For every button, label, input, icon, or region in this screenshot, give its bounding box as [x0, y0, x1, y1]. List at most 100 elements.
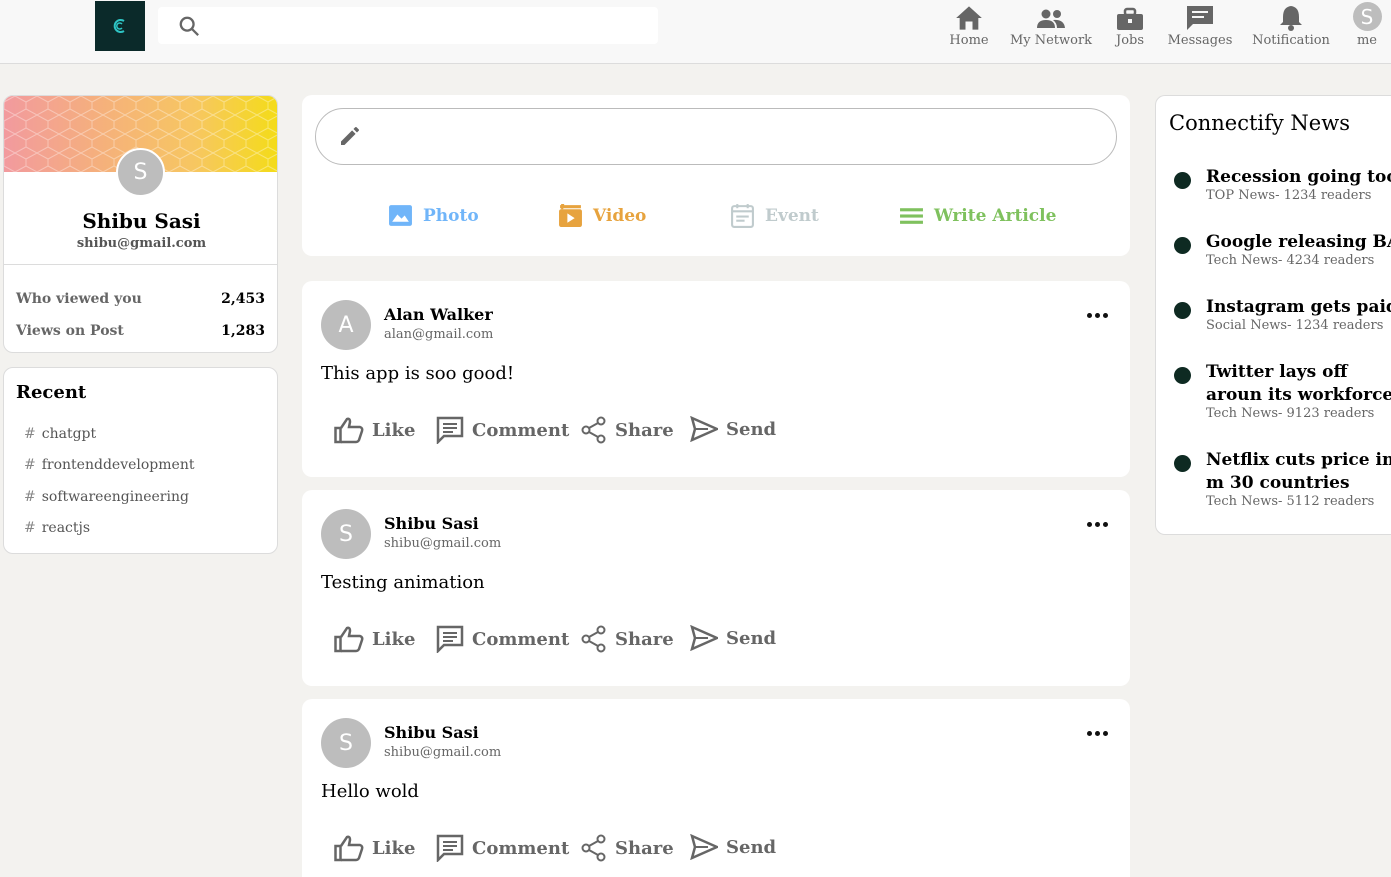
send-icon [690, 834, 718, 860]
nav-notification[interactable]: Notification [1252, 3, 1330, 51]
stat-views-on-post[interactable]: Views on Post 1,283 [16, 323, 265, 339]
home-icon [956, 6, 982, 30]
news-meta: Social News- 1234 readers [1206, 318, 1384, 333]
nav-label: Home [949, 33, 989, 48]
more-options-button[interactable] [1087, 731, 1108, 736]
post-avatar[interactable]: S [321, 718, 371, 768]
comment-icon [436, 416, 464, 444]
stat-value: 1,283 [221, 323, 265, 339]
nav-messages[interactable]: Messages [1168, 3, 1232, 51]
news-item[interactable]: Netflix cuts price in m 30 countries Tec… [1174, 449, 1391, 509]
send-icon [690, 625, 718, 651]
recent-tag[interactable]: # softwareengineering [24, 489, 189, 505]
profile-card: S Shibu Sasi shibu@gmail.com Who viewed … [3, 95, 278, 353]
profile-name[interactable]: Shibu Sasi [4, 209, 277, 233]
post-text: This app is soo good! [321, 363, 515, 384]
news-item[interactable]: Google releasing BAR Tech News- 4234 rea… [1174, 231, 1391, 271]
news-title: Connectify News [1169, 111, 1350, 135]
send-button[interactable]: Send [690, 625, 776, 651]
recent-tag[interactable]: # chatgpt [24, 426, 96, 442]
post-text: Testing animation [321, 572, 485, 593]
logo-icon [113, 19, 125, 33]
pencil-icon [341, 126, 360, 145]
bullet-dot [1174, 172, 1191, 189]
bullet-dot [1174, 237, 1191, 254]
send-icon [690, 416, 718, 442]
share-button[interactable]: Share [581, 416, 674, 444]
nav-jobs[interactable]: Jobs [1113, 3, 1147, 51]
nav-my-network[interactable]: My Network [1009, 3, 1093, 51]
briefcase-icon [1117, 7, 1143, 30]
start-post-input[interactable] [315, 108, 1117, 165]
profile-avatar[interactable]: S [116, 148, 165, 197]
post-composer: Photo Video Event Write Article [302, 95, 1130, 256]
stat-value: 2,453 [221, 291, 265, 307]
video-button[interactable]: Video [558, 203, 646, 228]
comment-icon [436, 625, 464, 653]
video-icon [559, 204, 582, 227]
like-button[interactable]: Like [334, 416, 415, 444]
more-options-button[interactable] [1087, 313, 1108, 318]
search-icon [179, 16, 199, 36]
post-card: S Shibu Sasi shibu@gmail.com Testing ani… [302, 490, 1130, 686]
bullet-dot [1174, 302, 1191, 319]
bullet-dot [1174, 455, 1191, 472]
stat-label: Views on Post [16, 323, 124, 339]
bullet-dot [1174, 367, 1191, 384]
send-button[interactable]: Send [690, 834, 776, 860]
calendar-icon [731, 204, 754, 228]
news-meta: Tech News- 9123 readers [1206, 406, 1375, 421]
share-button[interactable]: Share [581, 834, 674, 862]
post-avatar[interactable]: S [321, 509, 371, 559]
app-logo[interactable] [95, 1, 145, 51]
news-meta: Tech News- 5112 readers [1206, 494, 1375, 509]
event-button[interactable]: Event [730, 203, 819, 228]
nav-home[interactable]: Home [949, 3, 989, 51]
post-author[interactable]: Shibu Sasi [384, 723, 479, 742]
search-bar [158, 7, 658, 44]
comment-button[interactable]: Comment [436, 625, 569, 653]
nav-label: My Network [1009, 33, 1093, 48]
post-card: A Alan Walker alan@gmail.com This app is… [302, 281, 1130, 477]
recent-title: Recent [16, 382, 87, 403]
news-item[interactable]: Recession going too fa TOP News- 1234 re… [1174, 166, 1391, 206]
nav-me[interactable]: S me [1350, 2, 1384, 51]
share-icon [581, 625, 606, 653]
news-item[interactable]: Twitter lays off aroun its workforce Tec… [1174, 361, 1391, 421]
post-author[interactable]: Shibu Sasi [384, 514, 479, 533]
send-button[interactable]: Send [690, 416, 776, 442]
photo-button[interactable]: Photo [388, 203, 479, 228]
like-button[interactable]: Like [334, 625, 415, 653]
top-navbar: Home My Network Jobs Messages Notificati… [0, 0, 1391, 64]
news-meta: TOP News- 1234 readers [1206, 188, 1372, 203]
post-email: shibu@gmail.com [384, 536, 502, 551]
comment-button[interactable]: Comment [436, 416, 569, 444]
share-button[interactable]: Share [581, 625, 674, 653]
write-article-button[interactable]: Write Article [899, 203, 1056, 228]
thumbs-up-icon [334, 835, 364, 862]
comment-icon [436, 834, 464, 862]
nav-label: Notification [1252, 33, 1330, 48]
post-text: Hello wold [321, 781, 419, 802]
stat-who-viewed[interactable]: Who viewed you 2,453 [16, 291, 265, 307]
recent-tag[interactable]: # frontenddevelopment [24, 457, 194, 473]
comment-button[interactable]: Comment [436, 834, 569, 862]
search-input[interactable] [214, 13, 644, 38]
post-card: S Shibu Sasi shibu@gmail.com Hello wold … [302, 699, 1130, 877]
recent-card: Recent # chatgpt # frontenddevelopment # so… [3, 367, 278, 554]
post-email: shibu@gmail.com [384, 745, 502, 760]
post-avatar[interactable]: A [321, 300, 371, 350]
like-button[interactable]: Like [334, 834, 415, 862]
news-headline: Twitter lays off aroun its workforce [1206, 362, 1391, 405]
avatar: S [1352, 2, 1382, 31]
recent-tag[interactable]: # reactjs [24, 520, 90, 536]
post-email: alan@gmail.com [384, 327, 494, 342]
news-card: Connectify News Recession going too fa T… [1155, 95, 1391, 535]
message-icon [1187, 6, 1213, 30]
news-item[interactable]: Instagram gets paid v Social News- 1234 … [1174, 296, 1391, 336]
divider [4, 264, 277, 265]
post-author[interactable]: Alan Walker [384, 305, 493, 324]
more-options-button[interactable] [1087, 522, 1108, 527]
nav-label: Jobs [1115, 33, 1145, 48]
news-headline: Netflix cuts price in m 30 countries [1206, 450, 1391, 493]
